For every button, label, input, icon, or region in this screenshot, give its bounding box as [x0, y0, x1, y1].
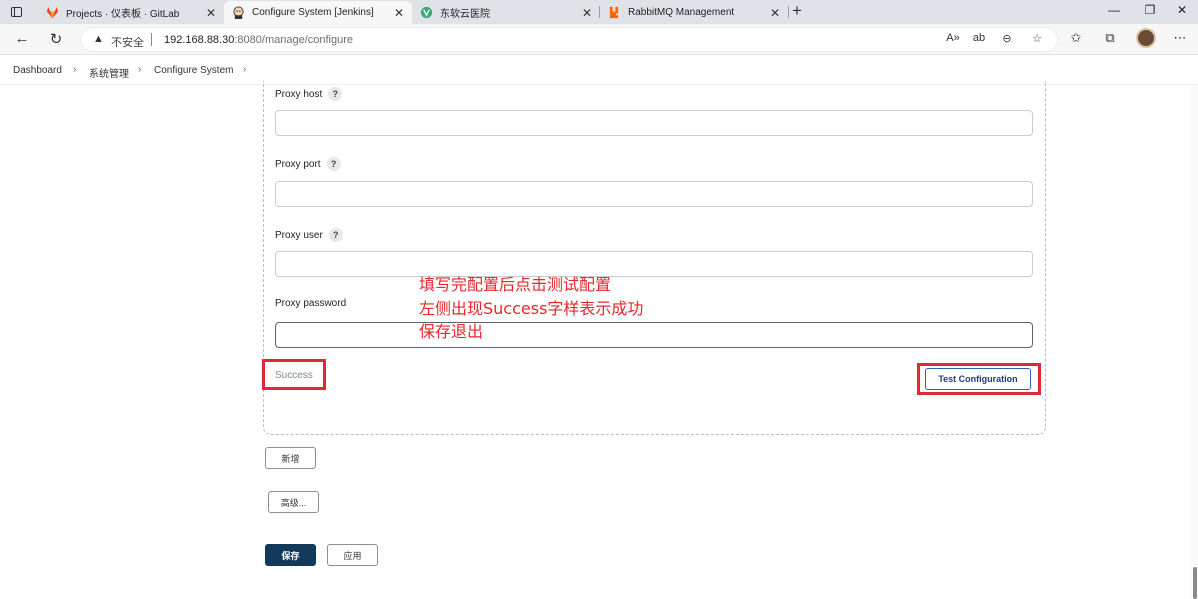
close-icon[interactable]: ✕: [770, 6, 780, 20]
save-button[interactable]: 保存: [265, 544, 316, 566]
scrollbar-thumb[interactable]: [1193, 567, 1197, 599]
browser-toolbar: ← ↻ ▲ 不安全 192.168.88.30:8080/manage/conf…: [0, 24, 1198, 55]
url-path: :8080/manage/configure: [234, 34, 354, 46]
page-scrollbar[interactable]: [1190, 85, 1198, 599]
address-divider: [151, 33, 152, 46]
translate-icon[interactable]: ab: [969, 32, 989, 44]
config-form: Proxy host ? Proxy port ? Proxy user ? P…: [0, 81, 1198, 599]
new-tab-button[interactable]: +: [792, 1, 802, 21]
tab-rabbitmq[interactable]: RabbitMQ Management ✕: [600, 1, 788, 24]
warning-icon: ▲: [93, 33, 104, 45]
annotation-line: 填写完配置后点击测试配置: [419, 275, 612, 294]
proxy-host-label: Proxy host ?: [275, 87, 343, 101]
tab-strip: Projects · 仪表板 · GitLab ✕ Configure Syst…: [0, 0, 1198, 24]
proxy-user-label: Proxy user ?: [275, 228, 343, 242]
help-icon[interactable]: ?: [326, 157, 341, 171]
close-icon[interactable]: ✕: [206, 6, 216, 20]
breadcrumb-configure-system[interactable]: Configure System: [154, 65, 233, 76]
proxy-port-input[interactable]: [275, 181, 1033, 207]
field-label-text: Proxy port: [275, 158, 321, 170]
chevron-right-icon: ›: [138, 64, 142, 75]
apply-button[interactable]: 应用: [327, 544, 378, 566]
field-label-text: Proxy host: [275, 88, 323, 100]
tab-hospital[interactable]: 东软云医院 ✕: [412, 1, 600, 24]
highlight-box: [917, 363, 1041, 395]
back-arrow-icon[interactable]: ←: [12, 30, 32, 47]
add-button[interactable]: 新增: [265, 447, 316, 469]
minimize-button[interactable]: —: [1094, 3, 1134, 17]
security-label: 不安全: [111, 37, 144, 49]
highlight-box: [262, 359, 326, 390]
tab-label: Projects · 仪表板 · GitLab: [66, 9, 180, 20]
close-icon[interactable]: ✕: [394, 6, 404, 20]
tab-label: RabbitMQ Management: [628, 7, 735, 18]
proxy-port-label: Proxy port ?: [275, 157, 341, 171]
tab-label: Configure System [Jenkins]: [252, 7, 374, 18]
url-text[interactable]: 192.168.88.30:8080/manage/configure: [164, 34, 353, 46]
gitlab-icon: [46, 6, 59, 19]
annotation-line: 保存退出: [419, 322, 484, 341]
proxy-password-input[interactable]: [275, 322, 1033, 348]
field-label-text: Proxy user: [275, 229, 323, 241]
close-window-button[interactable]: ✕: [1162, 3, 1198, 17]
refresh-icon[interactable]: ↻: [46, 30, 66, 48]
zoom-icon[interactable]: ⊖: [997, 32, 1017, 45]
tab-divider: [788, 6, 789, 18]
more-menu-icon[interactable]: ⋯: [1170, 30, 1190, 46]
tab-actions-icon[interactable]: [6, 3, 26, 21]
field-label-text: Proxy password: [275, 298, 347, 309]
chevron-right-icon: ›: [73, 64, 77, 75]
collections-icon[interactable]: ⧉: [1100, 30, 1120, 46]
advanced-button[interactable]: 高级...: [268, 491, 319, 513]
profile-avatar[interactable]: [1136, 28, 1156, 48]
breadcrumb-dashboard[interactable]: Dashboard: [13, 65, 62, 76]
chevron-right-icon: ›: [243, 64, 247, 75]
url-host: 192.168.88.30: [164, 34, 235, 46]
help-icon[interactable]: ?: [328, 228, 343, 242]
proxy-user-input[interactable]: [275, 251, 1033, 277]
favorite-add-icon[interactable]: ☆: [1027, 32, 1047, 45]
close-icon[interactable]: ✕: [582, 6, 592, 20]
jenkins-icon: [233, 6, 244, 19]
proxy-host-input[interactable]: [275, 110, 1033, 136]
read-aloud-icon[interactable]: A»: [943, 32, 963, 44]
favorites-icon[interactable]: ✩: [1066, 30, 1086, 46]
annotation-line: 左侧出现Success字样表示成功: [419, 298, 644, 318]
tab-jenkins[interactable]: Configure System [Jenkins] ✕: [224, 1, 412, 24]
tab-label: 东软云医院: [440, 9, 490, 20]
annotation-note: 填写完配置后点击测试配置 左侧出现Success字样表示成功 保存退出: [419, 273, 643, 344]
tab-gitlab[interactable]: Projects · 仪表板 · GitLab ✕: [38, 1, 224, 24]
rabbitmq-icon: [609, 6, 619, 19]
vue-icon: [420, 6, 433, 19]
breadcrumb-manage[interactable]: 系统管理: [89, 65, 129, 80]
address-bar[interactable]: ▲ 不安全 192.168.88.30:8080/manage/configur…: [80, 27, 1058, 52]
help-icon[interactable]: ?: [328, 87, 343, 101]
proxy-password-label: Proxy password: [275, 298, 346, 309]
